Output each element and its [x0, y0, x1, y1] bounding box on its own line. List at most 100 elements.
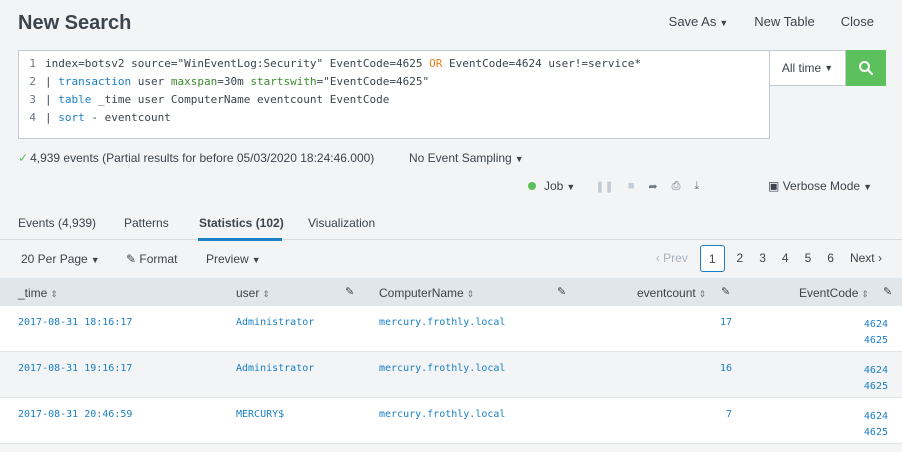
eventcode-value[interactable]: 4625	[864, 333, 888, 349]
share-icon[interactable]: ➦	[648, 180, 657, 193]
job-menu[interactable]: Job ▼	[544, 179, 575, 193]
code-token: startswith	[250, 75, 317, 88]
code-token: EventCode=4624 user!=service*	[442, 57, 642, 70]
new-table-button[interactable]: New Table	[754, 14, 814, 29]
code-token: maxspan	[170, 75, 218, 88]
column-label: EventCode	[799, 286, 859, 300]
tab-visualization[interactable]: Visualization	[308, 216, 375, 230]
cell-time[interactable]: 2017-08-31 18:16:17	[18, 317, 132, 328]
save-as-label: Save As	[668, 14, 717, 29]
preview-label: Preview	[206, 252, 249, 266]
table-body: 2017-08-31 18:16:17 Administrator mercury.…	[0, 306, 902, 444]
search-mode-dropdown[interactable]: ▣ Verbose Mode ▼	[768, 179, 872, 193]
edit-column-icon[interactable]: ✎	[557, 285, 566, 298]
cell-time[interactable]: 2017-08-31 19:16:17	[18, 363, 132, 374]
prev-page-button[interactable]: ‹ Prev	[648, 245, 696, 272]
code-token: |	[45, 93, 59, 106]
save-as-button[interactable]: Save As ▼	[669, 14, 729, 29]
preview-dropdown[interactable]: Preview ▼	[206, 252, 261, 266]
line-number: 1	[29, 57, 36, 70]
line-number: 2	[29, 75, 36, 88]
search-code: index=botsv2 source="WinEventLog:Securit…	[45, 55, 641, 73]
search-button[interactable]	[846, 50, 886, 86]
search-code: | transaction user maxspan=30m startswit…	[45, 73, 429, 91]
page-1-button[interactable]: 1	[699, 245, 725, 272]
tab-statistics[interactable]: Statistics (102)	[199, 216, 284, 230]
page-3-button[interactable]: 3	[751, 245, 774, 272]
chevron-down-icon: ▼	[251, 255, 261, 265]
format-button[interactable]: ✎ Format	[126, 252, 177, 266]
line-number: 4	[29, 111, 36, 124]
line-number: 3	[29, 93, 36, 106]
results-table: _time ⇕ user ⇕ ✎ ComputerName ⇕ ✎ eventcoun…	[0, 278, 902, 444]
mode-icon: ▣	[768, 179, 780, 193]
cell-eventcode: 4624 4625	[864, 409, 888, 441]
pause-icon[interactable]: ❚❚	[595, 180, 613, 193]
next-page-button[interactable]: Next ›	[842, 245, 890, 272]
chevron-down-icon: ▼	[566, 182, 576, 192]
cell-computername[interactable]: mercury.frothly.local	[379, 363, 505, 374]
column-header-eventcount[interactable]: eventcount ⇕	[637, 286, 706, 300]
sort-icon: ⇕	[698, 289, 707, 299]
tab-events[interactable]: Events (4,939)	[18, 216, 96, 230]
cell-eventcount[interactable]: 16	[660, 363, 732, 374]
job-label: Job	[544, 179, 564, 193]
column-label: eventcount	[637, 286, 696, 300]
cell-eventcount[interactable]: 7	[660, 409, 732, 420]
column-label: user	[236, 286, 260, 300]
cell-user[interactable]: Administrator	[236, 363, 314, 374]
cell-eventcount[interactable]: 17	[660, 317, 732, 328]
event-sampling-dropdown[interactable]: No Event Sampling ▼	[409, 151, 524, 165]
close-button[interactable]: Close	[841, 14, 874, 29]
edit-column-icon[interactable]: ✎	[345, 285, 354, 298]
page-4-button[interactable]: 4	[774, 245, 797, 272]
column-header-eventcode[interactable]: EventCode ⇕	[799, 286, 869, 300]
eventcode-value[interactable]: 4624	[864, 409, 888, 425]
chevron-down-icon: ▼	[824, 63, 834, 73]
column-label: ComputerName	[379, 286, 464, 300]
code-token: user	[131, 75, 171, 88]
stop-icon[interactable]: ■	[628, 180, 635, 193]
sampling-label: No Event Sampling	[409, 151, 512, 165]
next-label: Next	[849, 251, 875, 265]
eventcode-value[interactable]: 4624	[864, 317, 888, 333]
export-icon[interactable]: ⤓	[694, 180, 699, 193]
column-header-time[interactable]: _time ⇕	[18, 286, 58, 300]
edit-column-icon[interactable]: ✎	[721, 285, 730, 298]
cell-user[interactable]: Administrator	[236, 317, 314, 328]
time-range-label: All time	[781, 61, 822, 75]
print-icon[interactable]: ⎙	[672, 180, 681, 193]
page-title: New Search	[18, 12, 132, 34]
table-row[interactable]: 2017-08-31 20:46:59 MERCURY$ mercury.froth…	[0, 398, 902, 444]
search-editor[interactable]: 1 index=botsv2 source="WinEventLog:Securi…	[18, 50, 770, 139]
page-5-button[interactable]: 5	[797, 245, 820, 272]
cell-computername[interactable]: mercury.frothly.local	[379, 317, 505, 328]
top-actions: Save As ▼ New Table Close	[669, 14, 874, 29]
eventcode-value[interactable]: 4625	[864, 379, 888, 395]
time-range-picker[interactable]: All time ▼	[770, 50, 846, 86]
cell-computername[interactable]: mercury.frothly.local	[379, 409, 505, 420]
tab-patterns[interactable]: Patterns	[124, 216, 169, 230]
code-token: sort	[58, 111, 85, 124]
eventcode-value[interactable]: 4625	[864, 425, 888, 441]
chevron-down-icon: ▼	[514, 154, 524, 164]
page-2-button[interactable]: 2	[729, 245, 752, 272]
cell-user[interactable]: MERCURY$	[236, 409, 284, 420]
job-status-dot	[528, 182, 536, 190]
table-row[interactable]: 2017-08-31 18:16:17 Administrator mercury.…	[0, 306, 902, 352]
results-tabs: Events (4,939) Patterns Statistics (102)…	[0, 206, 902, 241]
sort-icon: ⇕	[262, 289, 270, 299]
code-token: OR	[429, 57, 443, 70]
job-bar: Job ▼ ❚❚ ■ ➦ ⎙ ⤓	[528, 179, 699, 193]
edit-column-icon[interactable]: ✎	[883, 285, 892, 298]
column-header-computername[interactable]: ComputerName ⇕	[379, 286, 474, 300]
code-token: transaction	[58, 75, 132, 88]
column-header-user[interactable]: user ⇕	[236, 286, 270, 300]
per-page-dropdown[interactable]: 20 Per Page ▼	[21, 252, 100, 266]
cell-eventcode: 4624 4625	[864, 317, 888, 349]
page-6-button[interactable]: 6	[819, 245, 842, 272]
eventcode-value[interactable]: 4624	[864, 363, 888, 379]
pencil-icon: ✎	[126, 252, 137, 266]
cell-time[interactable]: 2017-08-31 20:46:59	[18, 409, 132, 420]
table-row[interactable]: 2017-08-31 19:16:17 Administrator mercury.…	[0, 352, 902, 398]
